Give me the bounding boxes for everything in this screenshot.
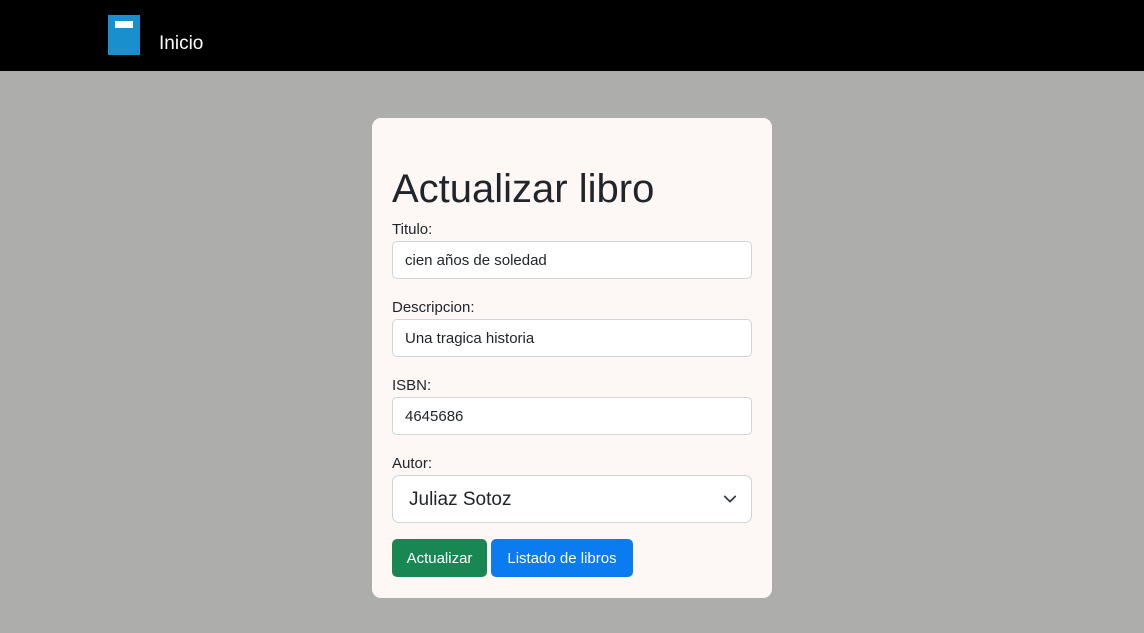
book-icon[interactable] — [108, 15, 140, 55]
isbn-input[interactable] — [392, 397, 752, 435]
descripcion-label: Descripcion: — [392, 299, 475, 316]
titulo-input[interactable] — [392, 241, 752, 279]
listado-libros-button[interactable]: Listado de libros — [491, 539, 633, 577]
page-title: Actualizar libro — [392, 167, 655, 211]
nav-link-inicio[interactable]: Inicio — [159, 33, 203, 55]
book-icon-label-bar — [115, 21, 133, 28]
descripcion-input[interactable] — [392, 319, 752, 357]
autor-selected-value: Juliaz Sotoz — [409, 489, 512, 510]
actualizar-button[interactable]: Actualizar — [392, 539, 487, 577]
isbn-label: ISBN: — [392, 377, 432, 394]
autor-label: Autor: — [392, 455, 433, 472]
chevron-down-icon — [723, 495, 737, 503]
titulo-label: Titulo: — [392, 221, 433, 238]
update-book-card: Actualizar libro Titulo: Descripcion: IS… — [372, 118, 772, 598]
top-navbar: Inicio — [0, 0, 1144, 71]
autor-select[interactable]: Juliaz Sotoz — [392, 475, 752, 523]
